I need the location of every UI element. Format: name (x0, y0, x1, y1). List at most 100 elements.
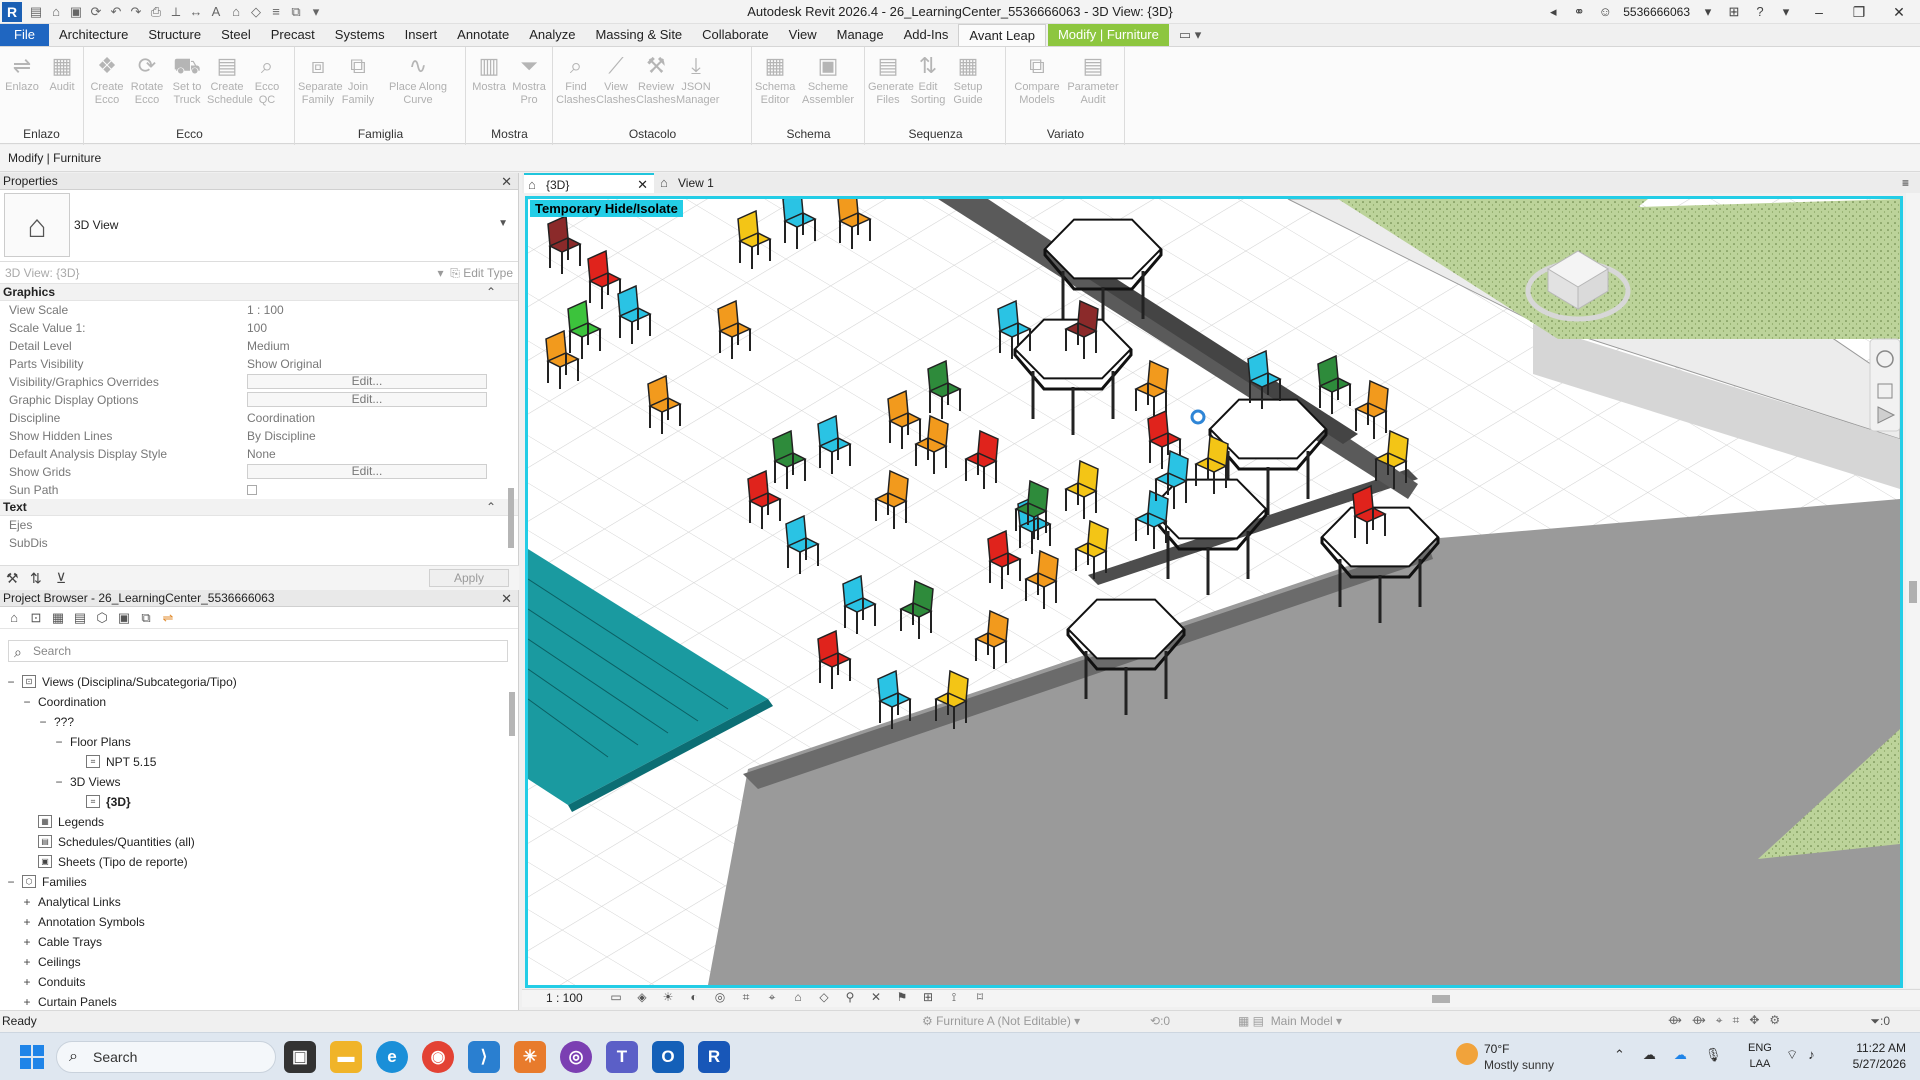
properties-icon[interactable]: ⚒ (6, 570, 19, 587)
cart-icon[interactable]: ⊞ (1726, 4, 1742, 20)
tab-structure[interactable]: Structure (138, 24, 211, 46)
sun-path-icon[interactable]: ☀ (660, 990, 676, 1005)
obs-icon[interactable]: ◎ (560, 1041, 592, 1073)
save-icon[interactable]: ▣ (68, 4, 84, 20)
view-tab-3d[interactable]: ⌂ {3D} ✕ (524, 173, 654, 193)
family-icon[interactable]: ⬡ (94, 610, 110, 626)
unlock-3d-icon[interactable]: ⌂ (790, 990, 806, 1005)
tree-node[interactable]: ⌗ NPT 5.15 (0, 752, 505, 772)
tab-file[interactable]: File (0, 24, 49, 46)
expand-icon[interactable]: + (22, 932, 32, 952)
render-icon[interactable]: ◎ (712, 990, 728, 1005)
tree-node[interactable]: − Floor Plans (0, 732, 505, 752)
expand-icon[interactable]: + (22, 952, 32, 972)
reveal-hidden-icon[interactable]: ⚲ (842, 990, 858, 1005)
apply-button[interactable]: Apply (429, 569, 509, 587)
tab-analyze[interactable]: Analyze (519, 24, 585, 46)
windows-start-icon[interactable] (20, 1045, 44, 1069)
home-3d-icon[interactable]: ⌂ (228, 4, 244, 20)
user-name[interactable]: 5536666063 (1623, 5, 1690, 19)
category-graphics[interactable]: Graphics ⌃ (0, 284, 518, 301)
home-icon[interactable]: ⌂ (6, 610, 22, 625)
tab-architecture[interactable]: Architecture (49, 24, 138, 46)
tree-node[interactable]: ▣ Sheets (Tipo de reporte) (0, 852, 505, 872)
revit-taskbar-icon[interactable]: R (698, 1041, 730, 1073)
tool-audit[interactable]: ▦ Audit (42, 51, 82, 94)
collapse-icon[interactable]: − (22, 692, 32, 712)
horizontal-scrollbar[interactable] (1002, 994, 1902, 1004)
select-pinned-icon[interactable]: ⌖ (1716, 1013, 1723, 1028)
chevron-up-icon[interactable]: ⌃ (1614, 1047, 1625, 1063)
tab-avant-leap[interactable]: Avant Leap (958, 24, 1046, 46)
tree-node[interactable]: ▤ Schedules/Quantities (all) (0, 832, 505, 852)
active-workset[interactable]: ⚙ Furniture A (Not Editable) ▾ (922, 1014, 1080, 1028)
edge-icon[interactable]: e (376, 1041, 408, 1073)
highlight-icon[interactable]: ⌑ (972, 990, 988, 1005)
expand-icon[interactable]: + (22, 992, 32, 1006)
task-view-icon[interactable]: ▣ (284, 1041, 316, 1073)
help-icon[interactable]: ? (1752, 4, 1768, 20)
collapse-icon[interactable]: − (54, 772, 64, 792)
tool-set-to-truck[interactable]: ⛟ Set to Truck (167, 51, 207, 107)
chevron-down-icon[interactable]: ▼ (498, 218, 508, 229)
teams-icon[interactable]: T (606, 1041, 638, 1073)
tool-place-along-curve[interactable]: ∿ Place Along Curve (378, 51, 458, 107)
tool-setup-guide[interactable]: ▦ Setup Guide (948, 51, 988, 107)
tool-json-manager[interactable]: ⤓ JSON Manager (676, 51, 719, 107)
navigation-bar[interactable] (1869, 338, 1900, 432)
switch-windows-icon[interactable]: ⧉ (288, 4, 304, 20)
tree-node[interactable]: + Ceilings (0, 952, 505, 972)
tree-node[interactable]: −3D Views (0, 772, 505, 792)
sheet-icon[interactable]: ▣ (116, 610, 132, 626)
ribbon-display-toggle-icon[interactable]: ▭ ▾ (1169, 24, 1211, 46)
tool-mostra-pro[interactable]: ⏷ Mostra Pro (509, 51, 549, 107)
expand-icon[interactable]: + (22, 972, 32, 992)
vscode-icon[interactable]: ⟩ (468, 1041, 500, 1073)
tool-ecco-qc[interactable]: ⌕ Ecco QC (247, 51, 287, 107)
edit-button[interactable]: Edit... (247, 374, 487, 389)
tree-node[interactable]: −??? (0, 712, 505, 732)
microphone-icon[interactable]: 🎙 (1705, 1047, 1722, 1063)
tree-node[interactable]: ⌗ {3D} (0, 792, 505, 812)
minimize-button[interactable]: – (1804, 4, 1834, 20)
schedule-icon[interactable]: ▤ (72, 610, 88, 626)
tool-schema-editor[interactable]: ▦ Schema Editor (755, 51, 795, 107)
user-icon[interactable]: ☺ (1597, 4, 1613, 20)
text-icon[interactable]: A (208, 4, 224, 20)
dimension-icon[interactable]: ↔ (188, 4, 204, 20)
3d-model-scene[interactable] (528, 199, 1900, 985)
expand-icon[interactable]: + (22, 912, 32, 932)
chevron-down-icon[interactable]: ▾ (1778, 4, 1794, 20)
close-button[interactable]: ✕ (1884, 4, 1914, 21)
tool-separate-family[interactable]: ⧈ Separate Family (298, 51, 343, 107)
instance-filter[interactable]: 3D View: {3D} ▾ ⎘ Edit Type (0, 262, 518, 284)
edit-button[interactable]: Edit... (247, 464, 487, 479)
select-links-icon[interactable]: ⟴ (1668, 1013, 1682, 1028)
tree-node[interactable]: − ⬡ Families (0, 872, 505, 892)
analysis-icon[interactable]: ⊞ (920, 990, 936, 1005)
view-icon[interactable]: ⊡ (28, 610, 44, 626)
redo-icon[interactable]: ↷ (128, 4, 144, 20)
temp-view-props-icon[interactable]: ✕ (868, 990, 884, 1005)
tool-edit-sorting[interactable]: ⇅ Edit Sorting (908, 51, 948, 107)
sync-icon[interactable]: ⟳ (88, 4, 104, 20)
folder-icon[interactable]: ⌂ (48, 4, 64, 20)
close-icon[interactable]: ✕ (501, 173, 512, 190)
viewport-scrollbar[interactable] (1906, 193, 1920, 988)
tool-mostra[interactable]: ▥ Mostra (469, 51, 509, 107)
edit-type-button[interactable]: ▾ ⎘ Edit Type (438, 262, 513, 284)
select-underlay-icon[interactable]: ⟴ (1692, 1013, 1706, 1028)
tab-add-ins[interactable]: Add-Ins (894, 24, 959, 46)
show-crop-icon[interactable]: ⌖ (764, 990, 780, 1005)
hexagonal-table[interactable] (1013, 318, 1133, 435)
tree-node[interactable]: ▦ Legends (0, 812, 505, 832)
tab-modify-furniture[interactable]: Modify | Furniture (1047, 24, 1169, 46)
worksharing-icon[interactable]: ⚑ (894, 990, 910, 1005)
hexagonal-table[interactable] (1148, 478, 1268, 595)
link-icon[interactable]: ⇌ (160, 610, 176, 626)
background-process-icon[interactable]: ⚙ (1769, 1013, 1780, 1028)
measure-icon[interactable]: ⟂ (168, 4, 184, 20)
close-icon[interactable]: ✕ (637, 175, 648, 195)
tree-node[interactable]: + Cable Trays (0, 932, 505, 952)
print-icon[interactable]: ⎙ (148, 4, 164, 20)
